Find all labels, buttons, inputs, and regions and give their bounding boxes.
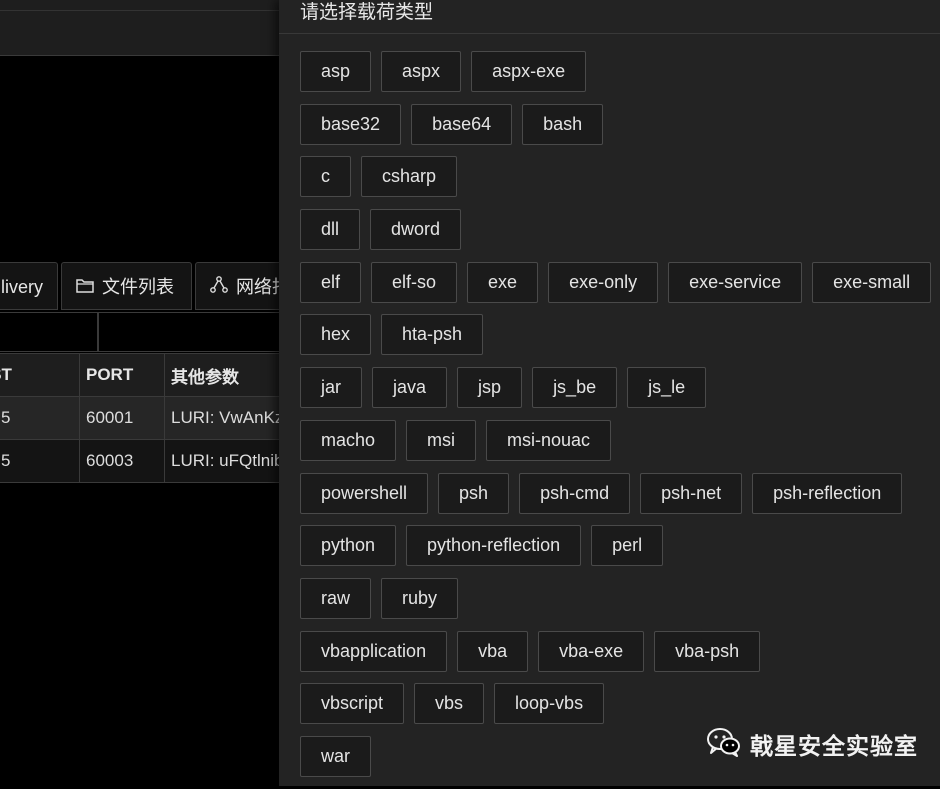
payload-option-button[interactable]: msi [406,419,477,461]
payload-option-button[interactable]: ruby [381,577,459,619]
payload-option-button[interactable]: jsp [457,367,523,409]
tab-bar: livery 文件列表 网络抖 [0,262,295,312]
payload-option-button[interactable]: elf [300,261,362,303]
table-row[interactable]: 5 60001 LURI: VwAnKz [0,396,318,440]
folder-icon [76,263,94,309]
payload-option-button[interactable]: vba-psh [654,630,761,672]
top-bar [0,0,290,11]
filter-cell[interactable] [0,312,98,352]
table-cell: 5 [0,439,80,483]
payload-option-button[interactable]: msi-nouac [486,419,612,461]
wechat-icon [706,727,742,762]
payload-option-button[interactable]: vbs [414,683,485,725]
column-header[interactable]: PORT [79,353,165,397]
payload-option-button[interactable]: vbscript [300,683,405,725]
payload-option-button[interactable]: macho [300,419,397,461]
payload-option-button[interactable]: vbapplication [300,630,448,672]
option-row: base32 base64 bash [300,103,940,145]
tab-label: livery [1,277,44,297]
payload-type-options: asp aspx aspx-exe base32 base64 bash c csharp dl… [300,51,940,789]
payload-option-button[interactable]: base32 [300,103,402,145]
table-cell: 60001 [79,396,165,440]
payload-option-button[interactable]: aspx [381,51,462,92]
option-row: elf elf-so exe exe-only exe-service exe-small [300,261,940,303]
watermark-text: 戟星安全实验室 [750,733,918,759]
network-icon [210,263,228,309]
payload-option-button[interactable]: aspx-exe [471,51,587,92]
payload-option-button[interactable]: vba [457,630,529,672]
option-row: c csharp [300,156,940,198]
payload-option-button[interactable]: raw [300,577,372,619]
payload-option-button[interactable]: powershell [300,472,429,514]
payload-option-button[interactable]: java [372,367,448,409]
table-header-row: OST PORT 其他参数 [0,353,318,397]
payload-option-button[interactable]: python-reflection [406,525,582,567]
column-header[interactable]: OST [0,353,80,397]
option-row: vbscript vbs loop-vbs [300,683,940,725]
payload-option-button[interactable]: exe-only [548,261,659,303]
payload-option-button[interactable]: python [300,525,397,567]
payload-option-button[interactable]: hex [300,314,372,356]
option-row: powershell psh psh-cmd psh-net psh-reflectio… [300,472,940,514]
payload-option-button[interactable]: js_be [532,367,618,409]
option-row: raw ruby [300,577,940,619]
payload-option-button[interactable]: base64 [411,103,513,145]
watermark: 戟星安全实验室 [706,726,918,762]
payload-option-button[interactable]: psh-net [640,472,743,514]
payload-option-button[interactable]: dword [370,209,462,251]
payload-option-button[interactable]: js_le [627,367,707,409]
drawer-title: 请选择载荷类型 [300,2,434,23]
payload-option-button[interactable]: loop-vbs [494,683,605,725]
option-row: python python-reflection perl [300,525,940,567]
tab-label: 文件列表 [102,277,174,297]
payload-option-button[interactable]: psh-cmd [519,472,631,514]
payload-option-button[interactable]: war [300,735,372,777]
option-row: jar java jsp js_be js_le [300,367,940,409]
payload-option-button[interactable]: asp [300,51,372,92]
payload-option-button[interactable]: dll [300,209,361,251]
tab-delivery[interactable]: livery [0,262,58,310]
payload-type-drawer: 请选择载荷类型 asp aspx aspx-exe base32 base64 bash c… [279,0,940,786]
tab-file-list[interactable]: 文件列表 [61,262,192,310]
payload-option-button[interactable]: c [300,156,351,198]
payload-option-button[interactable]: psh-reflection [752,472,903,514]
table-row[interactable]: 5 60003 LURI: uFQtlnib [0,439,318,483]
payload-option-button[interactable]: exe [467,261,539,303]
option-row: macho msi msi-nouac [300,419,940,461]
payload-option-button[interactable]: bash [522,103,604,145]
table-cell: 60003 [79,439,165,483]
option-row: hex hta-psh [300,314,940,356]
option-row: vbapplication vba vba-exe vba-psh [300,630,940,672]
payload-option-button[interactable]: psh [438,472,510,514]
payload-option-button[interactable]: exe-service [668,261,803,303]
payload-option-button[interactable]: exe-small [812,261,932,303]
divider [279,33,940,34]
payload-option-button[interactable]: jar [300,367,363,409]
toolbar [0,11,290,56]
payload-option-button[interactable]: vba-exe [538,630,645,672]
filter-cell[interactable] [98,312,298,352]
payload-option-button[interactable]: elf-so [371,261,458,303]
filter-row [0,312,298,354]
option-row: asp aspx aspx-exe [300,51,940,92]
payload-option-button[interactable]: perl [591,525,664,567]
payload-option-button[interactable]: csharp [361,156,458,198]
option-row: dll dword [300,209,940,251]
listener-table: OST PORT 其他参数 5 60001 LURI: VwAnKz 5 600… [0,353,318,483]
payload-option-button[interactable]: hta-psh [381,314,484,356]
table-cell: 5 [0,396,80,440]
